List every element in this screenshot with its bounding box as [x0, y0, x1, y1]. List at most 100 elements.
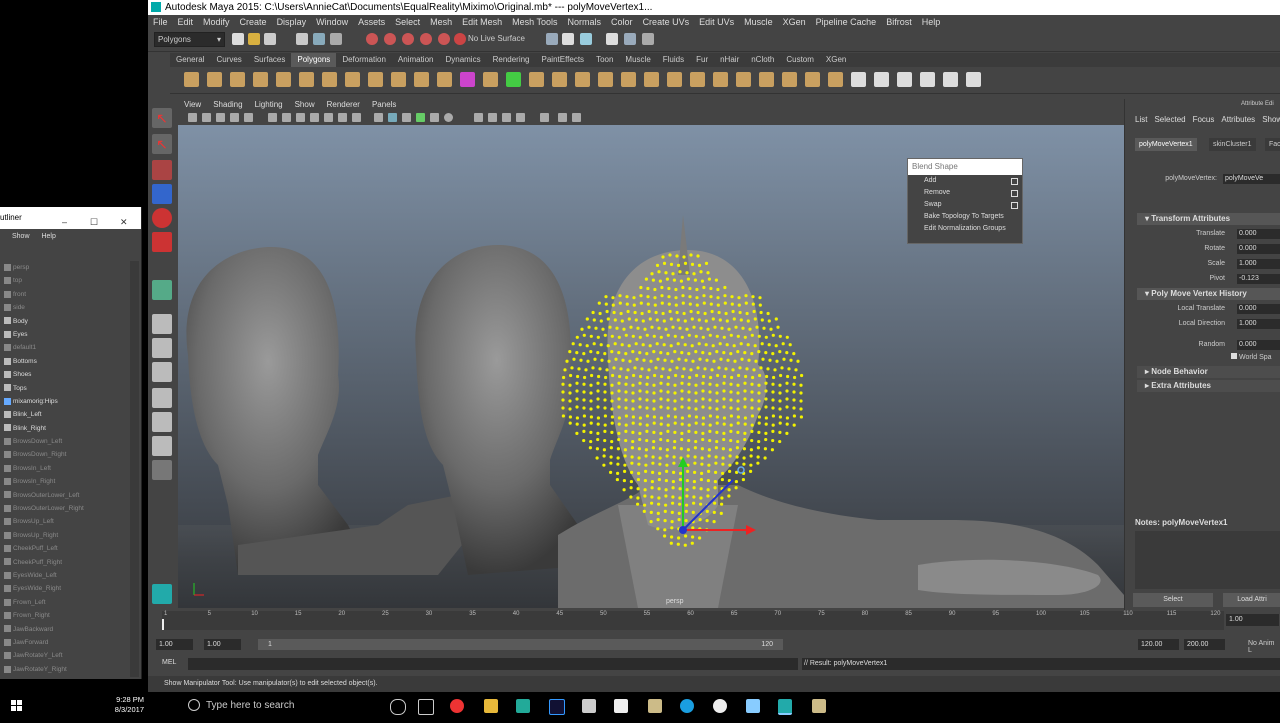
poly-pyramid-icon[interactable]: [345, 72, 360, 87]
panel-menu-lighting[interactable]: Lighting: [249, 99, 289, 111]
world-space-checkbox[interactable]: World Spa: [1231, 353, 1272, 361]
menu-help[interactable]: Help: [917, 15, 946, 29]
uv-spherical-icon[interactable]: [920, 72, 935, 87]
current-time-marker[interactable]: [162, 619, 164, 630]
outliner-menu-show[interactable]: Show: [12, 233, 30, 240]
shelf-tab-painteffects[interactable]: PaintEffects: [536, 53, 591, 67]
outliner-item[interactable]: side: [0, 301, 130, 314]
poly-cylinder-icon[interactable]: [230, 72, 245, 87]
menu-display[interactable]: Display: [272, 15, 312, 29]
blend-bake-item[interactable]: Bake Topology To Targets: [908, 211, 1022, 223]
attribute-editor-toggle-icon[interactable]: [642, 33, 654, 45]
menu-pipeline-cache[interactable]: Pipeline Cache: [811, 15, 882, 29]
outliner-item[interactable]: top: [0, 274, 130, 287]
outliner-menu-help[interactable]: Help: [41, 233, 55, 240]
outliner-item[interactable]: BrowsDown_Left: [0, 435, 130, 448]
shelf-tab-dynamics[interactable]: Dynamics: [439, 53, 486, 67]
outliner-item[interactable]: default1: [0, 341, 130, 354]
outliner-item[interactable]: JawBackward: [0, 623, 130, 636]
shelf-tab-animation[interactable]: Animation: [392, 53, 440, 67]
poly-cube-icon[interactable]: [207, 72, 222, 87]
snap-point-icon[interactable]: [402, 33, 414, 45]
rotate-field[interactable]: 0.000: [1237, 244, 1280, 254]
shelf-tab-surfaces[interactable]: Surfaces: [248, 53, 292, 67]
safe-action-icon[interactable]: [338, 113, 347, 122]
uv-automatic-icon[interactable]: [943, 72, 958, 87]
fill-hole-icon[interactable]: [667, 72, 682, 87]
shelf-tab-ncloth[interactable]: nCloth: [745, 53, 780, 67]
tab-polymovevertex1[interactable]: polyMoveVertex1: [1135, 138, 1197, 151]
show-manipulator-tool-icon[interactable]: [152, 280, 172, 300]
bevel-icon[interactable]: [828, 72, 843, 87]
outliner-item[interactable]: CheekPuff_Left: [0, 542, 130, 555]
film-gate-icon[interactable]: [282, 113, 291, 122]
local-translate-field[interactable]: 0.000: [1237, 304, 1280, 314]
separate-icon[interactable]: [506, 72, 521, 87]
snap-curve-icon[interactable]: [384, 33, 396, 45]
menu-create[interactable]: Create: [235, 15, 272, 29]
unity-icon[interactable]: [582, 699, 596, 713]
resolution-gate-icon[interactable]: [296, 113, 305, 122]
four-view-layout-icon[interactable]: [152, 338, 172, 358]
outliner-layout-icon[interactable]: [152, 436, 172, 456]
channel-box-icon[interactable]: [624, 33, 636, 45]
close-icon[interactable]: ✕: [120, 211, 128, 233]
quadrangulate-icon[interactable]: [644, 72, 659, 87]
scale-field[interactable]: 1.000: [1237, 259, 1280, 269]
xray-active-icon[interactable]: [516, 113, 525, 122]
panel-menu-shading[interactable]: Shading: [207, 99, 248, 111]
extrude-icon[interactable]: [690, 72, 705, 87]
textured-icon[interactable]: [416, 113, 425, 122]
shadows-icon[interactable]: [444, 113, 453, 122]
maya-taskbar-icon[interactable]: [516, 699, 530, 713]
maya-window-taskbar-icon[interactable]: [778, 699, 792, 715]
open-scene-icon[interactable]: [248, 33, 260, 45]
poly-move-vertex-history-section[interactable]: ▾ Poly Move Vertex History: [1137, 288, 1280, 300]
merge-icon[interactable]: [851, 72, 866, 87]
field-chart-icon[interactable]: [324, 113, 333, 122]
history-icon[interactable]: [546, 33, 558, 45]
insert-edge-loop-icon[interactable]: [782, 72, 797, 87]
animation-start-field[interactable]: 1.00: [156, 639, 193, 650]
menu-color[interactable]: Color: [606, 15, 638, 29]
pivot-field[interactable]: -0.123: [1237, 274, 1280, 284]
outliner-item[interactable]: BrowsDown_Right: [0, 448, 130, 461]
taskbar-search[interactable]: Type here to search: [178, 692, 408, 720]
photoshop-icon[interactable]: [549, 699, 565, 715]
poly-sphere-icon[interactable]: [184, 72, 199, 87]
menu-xgen[interactable]: XGen: [778, 15, 811, 29]
ae-menu-attributes[interactable]: Attributes: [1221, 115, 1255, 124]
bridge-icon[interactable]: [713, 72, 728, 87]
extra-attributes-section[interactable]: ▸ Extra Attributes: [1137, 380, 1280, 392]
translate-field[interactable]: 0.000: [1237, 229, 1280, 239]
command-input[interactable]: [188, 658, 798, 670]
outliner-item[interactable]: Eyes: [0, 328, 130, 341]
option-box-icon[interactable]: [1011, 190, 1018, 197]
outliner-item[interactable]: Blink_Right: [0, 422, 130, 435]
poly-platonic-icon[interactable]: [437, 72, 452, 87]
shelf-tab-muscle[interactable]: Muscle: [619, 53, 656, 67]
shelf-tab-xgen[interactable]: XGen: [820, 53, 852, 67]
uv-editor-icon[interactable]: [966, 72, 981, 87]
camera-attributes-icon[interactable]: [202, 113, 211, 122]
layout-options-icon[interactable]: [152, 460, 172, 480]
mudbox-icon[interactable]: [812, 699, 826, 713]
panel-menu-show[interactable]: Show: [289, 99, 321, 111]
rotate-tool-icon[interactable]: [152, 208, 172, 228]
local-direction-field[interactable]: 1.000: [1237, 319, 1280, 329]
paint-select-tool-icon[interactable]: [152, 160, 172, 180]
persp-graph-layout-icon[interactable]: [152, 388, 172, 408]
safe-title-icon[interactable]: [352, 113, 361, 122]
ae-menu-focus[interactable]: Focus: [1193, 115, 1215, 124]
outliner-item[interactable]: JawRotateY_Left: [0, 649, 130, 662]
poly-helix-icon[interactable]: [391, 72, 406, 87]
ae-menu-show[interactable]: Show: [1262, 115, 1280, 124]
outliner-scrollbar[interactable]: [130, 261, 139, 677]
blend-add-item[interactable]: Add: [908, 175, 1022, 187]
outliner-item[interactable]: BrowsOuterLower_Left: [0, 489, 130, 502]
blend-remove-item[interactable]: Remove: [908, 187, 1022, 199]
outliner-item[interactable]: Blink_Left: [0, 408, 130, 421]
playback-start-field[interactable]: 1.00: [204, 639, 241, 650]
workspace-icon[interactable]: [152, 584, 172, 604]
menu-window[interactable]: Window: [311, 15, 353, 29]
